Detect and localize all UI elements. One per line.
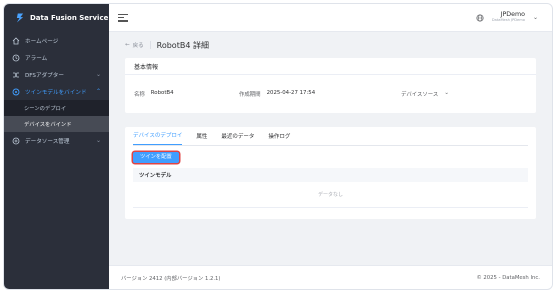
basic-info-row: 名称 RobotB4 作成期間 2025-04-27 17:54 デバイスソース… <box>125 75 536 113</box>
device-source-dropdown[interactable]: デバイスソース ⌄ <box>401 90 449 98</box>
tab-bar: デバイスのデプロイ 属性 最近のデータ 操作ログ <box>133 127 528 146</box>
chevron-down-icon: ⌄ <box>444 90 449 96</box>
alarm-icon <box>12 54 20 62</box>
page-title: RobotB4 詳細 <box>156 40 209 50</box>
sidebar-item-label: アラーム <box>25 55 48 62</box>
footer: バージョン 2412 (内部バージョン 1.2.1) © 2025 - Data… <box>109 265 552 289</box>
twin-model-icon <box>12 88 20 96</box>
top-header: JPDemo DataMesh JPDemo ⌄ <box>109 4 552 32</box>
brand-name: Data Fusion Service <box>30 14 109 22</box>
table-header: ツインモデル <box>133 168 528 182</box>
sidebar-item-label: データソース管理 <box>25 138 70 145</box>
basic-info-card: 基本情報 名称 RobotB4 作成期間 2025-04-27 17:54 デバ… <box>125 58 536 113</box>
sidebar-subitem-device-bind[interactable]: デバイスをバインド <box>4 116 109 132</box>
home-icon <box>12 36 20 45</box>
tab-operation-log[interactable]: 操作ログ <box>268 132 290 145</box>
sidebar-menu: ホームページ アラーム DFSアダプター ⌄ ツインモデルをバインド ⌃ シーン… <box>4 32 109 149</box>
created-value: 2025-04-27 17:54 <box>266 90 316 96</box>
shuffle-icon <box>12 71 20 79</box>
brand[interactable]: Data Fusion Service <box>4 4 109 32</box>
app-window: Data Fusion Service ホームページ アラーム DFSアダプター <box>3 3 553 290</box>
user-org: DataMesh JPDemo <box>491 17 525 22</box>
page-header: ← 戻る RobotB4 詳細 <box>125 32 536 58</box>
basic-info-title: 基本情報 <box>125 58 536 75</box>
created-label: 作成期間 <box>239 92 261 98</box>
place-twin-button[interactable]: ツインを配置 <box>133 152 179 163</box>
twin-model-table: ツインモデル データなし <box>133 168 528 208</box>
copyright-text: © 2025 - DataMesh Inc. <box>476 274 540 281</box>
chevron-down-icon: ⌄ <box>95 137 101 144</box>
tab-attributes[interactable]: 属性 <box>196 132 207 145</box>
sidebar-item-label: ホームページ <box>25 38 59 45</box>
chevron-down-icon[interactable]: ⌄ <box>533 14 538 21</box>
main-content: ← 戻る RobotB4 詳細 基本情報 名称 RobotB4 作成期間 202… <box>109 32 552 265</box>
name-value: RobotB4 <box>150 90 174 96</box>
sidebar-item-dfs-adapter[interactable]: DFSアダプター ⌄ <box>4 66 109 83</box>
name-label: 名称 <box>134 92 145 98</box>
back-label: 戻る <box>132 43 144 49</box>
name-field: 名称 RobotB4 <box>134 90 239 98</box>
chevron-up-icon: ⌃ <box>95 88 101 95</box>
created-field: 作成期間 2025-04-27 17:54 <box>239 90 401 98</box>
tab-device-deploy[interactable]: デバイスのデプロイ <box>133 131 183 145</box>
version-text: バージョン 2412 (内部バージョン 1.2.1) <box>121 275 221 282</box>
sidebar-item-label: DFSアダプター <box>25 72 64 79</box>
sidebar-item-twin-model-bind[interactable]: ツインモデルをバインド ⌃ <box>4 83 109 100</box>
globe-icon[interactable] <box>476 13 484 22</box>
chevron-down-icon: ⌄ <box>95 71 101 78</box>
sidebar-item-home[interactable]: ホームページ <box>4 32 109 49</box>
device-source-label: デバイスソース <box>401 92 439 98</box>
logo-icon <box>16 13 24 23</box>
device-tabs-card: デバイスのデプロイ 属性 最近のデータ 操作ログ ツインを配置 ツインモデル デ… <box>125 127 536 219</box>
header-right: JPDemo DataMesh JPDemo ⌄ <box>476 11 538 23</box>
back-button[interactable]: ← 戻る <box>125 41 144 49</box>
sidebar-item-data-source[interactable]: データソース管理 ⌄ <box>4 132 109 149</box>
user-menu[interactable]: JPDemo DataMesh JPDemo <box>491 11 525 23</box>
arrow-left-icon: ← <box>125 42 130 48</box>
sidebar-item-label: ツインモデルをバインド <box>25 89 87 96</box>
sidebar-item-alarm[interactable]: アラーム <box>4 49 109 66</box>
empty-state: データなし <box>133 182 528 208</box>
sidebar-subitem-scene-deploy[interactable]: シーンのデプロイ <box>4 100 109 116</box>
sidebar-subitem-label: シーンのデプロイ <box>24 106 67 112</box>
divider <box>149 41 151 49</box>
database-icon <box>12 137 20 145</box>
tab-recent-data[interactable]: 最近のデータ <box>221 132 254 145</box>
menu-toggle-icon[interactable] <box>118 13 128 22</box>
sidebar-subitem-label: デバイスをバインド <box>24 122 72 128</box>
sidebar: Data Fusion Service ホームページ アラーム DFSアダプター <box>4 4 109 289</box>
